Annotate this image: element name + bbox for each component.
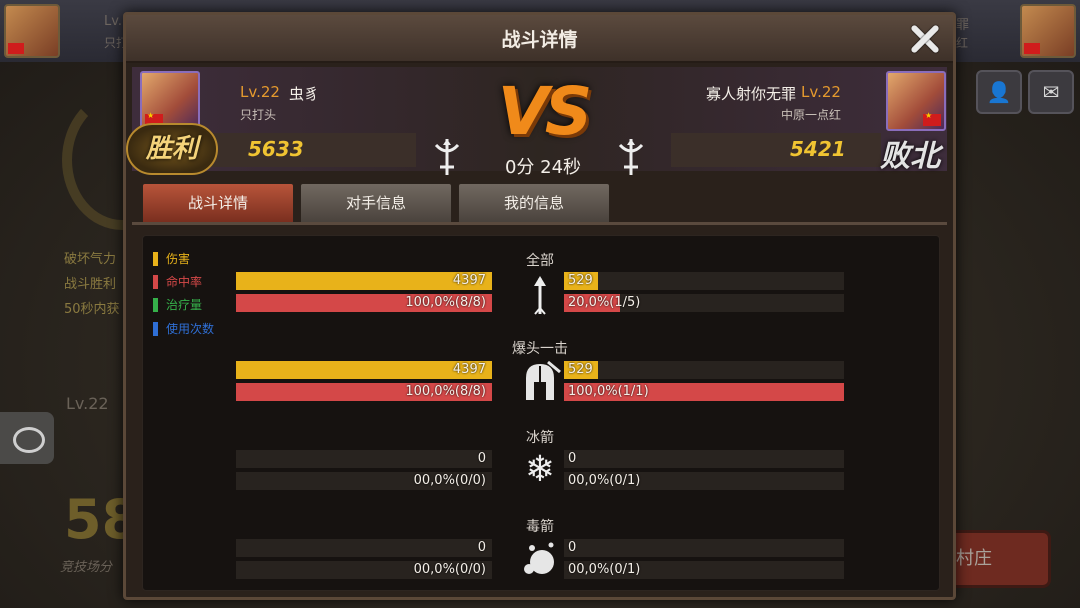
bar-value: 100,0%(8/8)	[405, 384, 486, 399]
bar-value: 4397	[452, 273, 486, 288]
right-player-title: 中原一点红	[781, 108, 842, 122]
bg-right-name: 罪	[956, 18, 970, 33]
legend-label: 命中率	[166, 275, 203, 289]
battle-duration: 0分 24秒	[504, 157, 582, 178]
right-damage-bar: 529	[564, 272, 844, 290]
legend-swatch	[153, 251, 158, 266]
bar-value: 0	[477, 451, 486, 466]
crossbow-icon	[434, 139, 460, 175]
right-score-strip	[671, 133, 881, 167]
mail-button[interactable]: ✉	[1028, 70, 1074, 114]
bar-value: 100,0%(1/1)	[568, 384, 649, 399]
bg-stat-line: 破坏气力	[64, 252, 117, 267]
defeat-label: 败北	[880, 139, 940, 174]
vs-logo: VS	[497, 73, 593, 150]
bg-right-avatar	[1020, 4, 1076, 58]
left-score-strip	[206, 133, 416, 167]
bar-value: 00,0%(0/1)	[568, 562, 641, 577]
section-title-ice-arrow: 冰箭	[526, 430, 554, 446]
bg-stat-line: 战斗胜利	[64, 277, 117, 292]
bar-value: 100,0%(8/8)	[405, 295, 486, 310]
china-flag-icon	[1024, 43, 1040, 54]
legend-label: 治疗量	[166, 298, 203, 312]
left-hit-bar: 00,0%(0/0)	[236, 472, 492, 490]
right-damage-bar: 0	[564, 539, 844, 557]
left-hit-bar: 00,0%(0/0)	[236, 561, 492, 579]
add-friend-icon: 👤	[986, 80, 1012, 104]
tab-battle-details[interactable]: 战斗详情	[142, 183, 294, 223]
right-player-score: 5421	[790, 137, 846, 161]
bg-stat-line: 50秒内获	[64, 302, 120, 317]
dialog-header: 战斗详情	[126, 15, 953, 63]
bar-value: 529	[568, 362, 593, 377]
dialog-title: 战斗详情	[501, 29, 578, 51]
right-hit-bar: 00,0%(0/1)	[564, 561, 844, 579]
poison-icon	[524, 542, 554, 574]
right-player-name: 寡人射你无罪	[706, 85, 797, 103]
right-hit-bar: 00,0%(0/1)	[564, 472, 844, 490]
right-damage-bar: 529	[564, 361, 844, 379]
mail-icon: ✉	[1042, 80, 1060, 104]
chat-button[interactable]	[0, 412, 54, 464]
section-title-headshot: 爆头一击	[512, 341, 568, 357]
legend-healing: 治疗量	[153, 296, 202, 313]
bar-value: 20,0%(1/5)	[568, 295, 641, 310]
left-player-score: 5633	[248, 137, 304, 161]
bg-arena-label: 竞技场分	[60, 560, 113, 575]
legend-use-count: 使用次数	[153, 320, 214, 337]
left-player-name: 虫豸	[289, 85, 320, 103]
section-title-poison-arrow: 毒箭	[526, 519, 554, 535]
bg-level: Lv.22	[66, 394, 109, 413]
left-damage-bar: 0	[236, 539, 492, 557]
china-flag-icon	[923, 111, 941, 126]
snowflake-icon: ❄	[524, 449, 556, 490]
victory-badge: 胜利	[126, 123, 218, 175]
bar-value: 0	[477, 540, 486, 555]
bg-left-level: Lv.	[104, 14, 123, 29]
left-hit-bar: 100,0%(8/8)	[236, 383, 492, 401]
bar-value: 00,0%(0/0)	[413, 473, 486, 488]
left-player-avatar[interactable]	[140, 71, 200, 131]
bar-value: 529	[568, 273, 593, 288]
china-flag-icon	[8, 43, 24, 54]
tab-opponent-info[interactable]: 对手信息	[300, 183, 452, 223]
legend-swatch	[153, 274, 158, 289]
bg-right-title: 红	[956, 36, 969, 50]
bar-value: 00,0%(0/0)	[413, 562, 486, 577]
bar-value: 0	[568, 540, 577, 555]
close-icon[interactable]	[905, 19, 945, 59]
right-damage-bar: 0	[564, 450, 844, 468]
arrow-icon	[534, 276, 546, 315]
legend-hit-rate: 命中率	[153, 273, 202, 290]
legend-damage: 伤害	[153, 250, 190, 267]
section-title-all: 全部	[526, 253, 554, 269]
bg-left-avatar	[4, 4, 60, 58]
left-player-level: Lv.22	[240, 83, 280, 101]
left-damage-bar: 4397	[236, 272, 492, 290]
crossbow-icon	[618, 139, 644, 175]
battle-details-dialog: 战斗详情 Lv.22 虫豸 只打头 5633 胜利 寡人射你无罪 Lv.22 中…	[123, 12, 956, 600]
left-damage-bar: 0	[236, 450, 492, 468]
bar-value: 4397	[452, 362, 486, 377]
right-hit-bar: 20,0%(1/5)	[564, 294, 844, 312]
battle-stats-panel: 伤害 命中率 治疗量 使用次数 全部 4397 100,0%(8/8) 529 …	[142, 235, 940, 591]
right-player-level: Lv.22	[801, 83, 841, 101]
right-player-avatar[interactable]	[886, 71, 946, 131]
tab-my-info[interactable]: 我的信息	[458, 183, 610, 223]
left-hit-bar: 100,0%(8/8)	[236, 294, 492, 312]
add-friend-button[interactable]: 👤	[976, 70, 1022, 114]
bar-value: 00,0%(0/1)	[568, 473, 641, 488]
legend-swatch	[153, 297, 158, 312]
left-player-title: 只打头	[240, 108, 277, 122]
legend-swatch	[153, 321, 158, 336]
left-damage-bar: 4397	[236, 361, 492, 379]
tab-divider	[132, 222, 947, 225]
village-button[interactable]: 村庄	[945, 530, 1051, 588]
bar-value: 0	[568, 451, 577, 466]
right-hit-bar: 100,0%(1/1)	[564, 383, 844, 401]
legend-label: 使用次数	[166, 322, 215, 336]
helmet-icon	[526, 360, 561, 400]
legend-label: 伤害	[166, 252, 191, 266]
